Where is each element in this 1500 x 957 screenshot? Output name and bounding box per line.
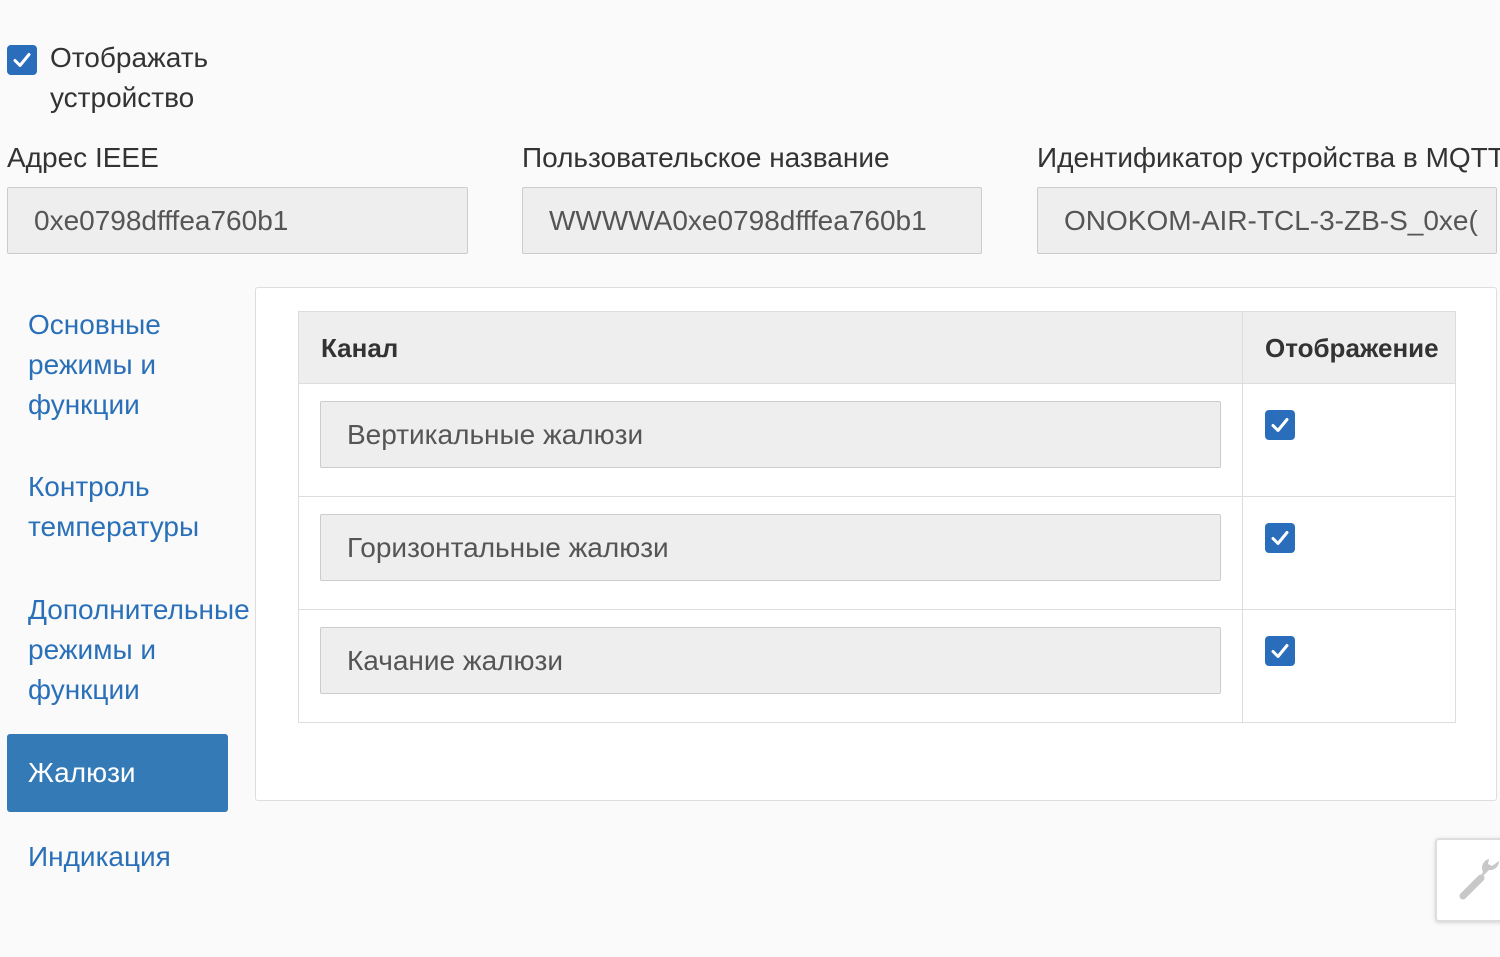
show-device-label: Отображать устройство	[50, 42, 209, 113]
display-checkbox[interactable]	[1265, 410, 1295, 440]
mqtt-id-field[interactable]: ONOKOM-AIR-TCL-3-ZB-S_0xe(	[1037, 187, 1497, 254]
column-header-display: Отображение	[1265, 333, 1439, 363]
display-cell	[1243, 497, 1455, 609]
channel-name-input[interactable]: Вертикальные жалюзи	[320, 401, 1221, 468]
show-device-checkbox[interactable]	[7, 45, 37, 75]
checkmark-icon	[1271, 531, 1289, 545]
channel-cell: Горизонтальные жалюзи	[299, 497, 1243, 609]
channels-table: Канал Отображение Вертикальные жалюзи Го…	[298, 311, 1456, 723]
ieee-address-group: Адрес IEEE 0xe0798dfffea760b1	[7, 138, 468, 254]
checkmark-icon	[1271, 418, 1289, 432]
mqtt-id-group: Идентификатор устройства в MQTT ONOKOM-A…	[1037, 138, 1500, 254]
channel-name-input[interactable]: Горизонтальные жалюзи	[320, 514, 1221, 581]
column-header-channel: Канал	[299, 312, 1243, 383]
show-device-toggle[interactable]: Отображать устройство	[7, 38, 267, 118]
nav-item-main-modes[interactable]: Основные режимы и функции	[7, 305, 247, 425]
display-cell	[1243, 384, 1455, 496]
table-row: Качание жалюзи	[299, 610, 1455, 722]
ieee-address-field[interactable]: 0xe0798dfffea760b1	[7, 187, 468, 254]
ieee-address-label: Адрес IEEE	[7, 142, 159, 173]
nav-item-indication[interactable]: Индикация	[7, 837, 247, 877]
nav-item-temperature-control[interactable]: Контроль температуры	[7, 467, 247, 547]
custom-name-label: Пользовательское название	[522, 142, 890, 173]
nav-item-additional-modes[interactable]: Дополнительные режимы и функции	[7, 590, 257, 710]
display-checkbox[interactable]	[1265, 636, 1295, 666]
display-checkbox[interactable]	[1265, 523, 1295, 553]
display-cell	[1243, 610, 1455, 722]
table-row: Горизонтальные жалюзи	[299, 497, 1455, 610]
wrench-icon	[1459, 859, 1499, 900]
channel-cell: Качание жалюзи	[299, 610, 1243, 722]
nav-item-louvers[interactable]: Жалюзи	[7, 734, 228, 812]
custom-name-field[interactable]: WWWWA0xe0798dfffea760b1	[522, 187, 982, 254]
mqtt-id-label: Идентификатор устройства в MQTT	[1037, 142, 1500, 173]
custom-name-group: Пользовательское название WWWWA0xe0798df…	[522, 138, 982, 254]
channel-cell: Вертикальные жалюзи	[299, 384, 1243, 496]
table-header: Канал Отображение	[299, 312, 1455, 384]
tools-button[interactable]	[1435, 838, 1500, 922]
channel-name-input[interactable]: Качание жалюзи	[320, 627, 1221, 694]
louvers-panel: Канал Отображение Вертикальные жалюзи Го…	[255, 287, 1497, 801]
checkmark-icon	[13, 53, 31, 67]
checkmark-icon	[1271, 644, 1289, 658]
table-row: Вертикальные жалюзи	[299, 384, 1455, 497]
